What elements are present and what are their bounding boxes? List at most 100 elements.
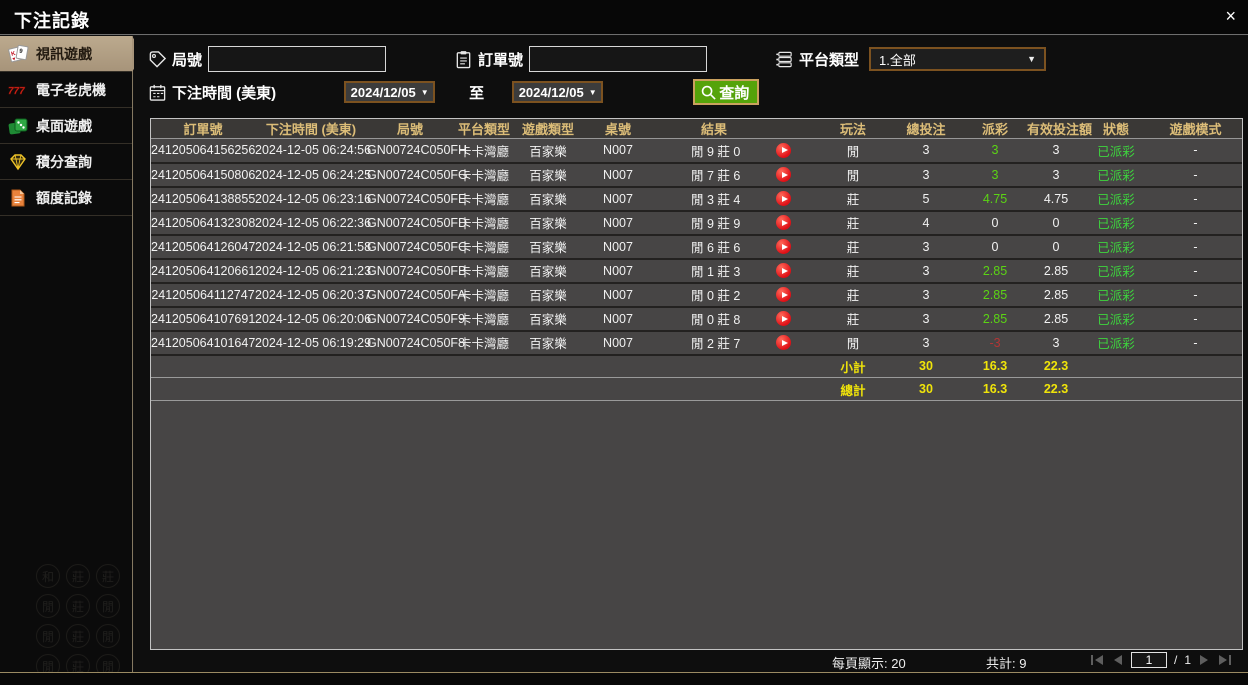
status-cell: 已派彩 bbox=[1085, 163, 1147, 187]
filter-row-1: 局號 訂單號 平台類型 1.全部 ▼ bbox=[134, 45, 1248, 73]
platform-cell: 卡卡灣廳 bbox=[453, 283, 515, 307]
sidebar-item-slots[interactable]: 777 電子老虎機 bbox=[0, 72, 132, 108]
round-number-input[interactable] bbox=[208, 46, 386, 72]
diamond-icon bbox=[7, 151, 29, 173]
backdrop-badge: 莊 bbox=[66, 594, 90, 618]
dropdown-arrow-icon: ▼ bbox=[421, 88, 429, 97]
table-number-cell: N007 bbox=[581, 259, 655, 283]
replay-button[interactable] bbox=[776, 335, 791, 350]
payout-cell: 0 bbox=[963, 211, 1027, 235]
table-row: 2412050641127472024-12-05 06:20:37GN0072… bbox=[151, 283, 1243, 307]
game-type-cell: 百家樂 bbox=[515, 187, 581, 211]
game-mode-cell: - bbox=[1147, 211, 1243, 235]
play-type-cell: 閒 bbox=[817, 139, 889, 163]
replay-button[interactable] bbox=[776, 311, 791, 326]
summary-valid-bet: 22.3 bbox=[1027, 378, 1085, 401]
total-bet-cell: 3 bbox=[889, 307, 963, 331]
order-number-input[interactable] bbox=[529, 46, 707, 72]
sidebar-item-credit-records[interactable]: 額度記錄 bbox=[0, 180, 132, 216]
valid-bet-cell: 3 bbox=[1027, 139, 1085, 163]
replay-button[interactable] bbox=[776, 287, 791, 302]
status-cell: 已派彩 bbox=[1085, 187, 1147, 211]
records-table: 訂單號下注時間 (美東)局號平台類型遊戲類型桌號結果玩法總投注派彩有效投注額狀態… bbox=[150, 118, 1243, 650]
empty-cell bbox=[151, 355, 255, 378]
status-cell: 已派彩 bbox=[1085, 307, 1147, 331]
summary-label: 總計 bbox=[817, 378, 889, 401]
bet-time-cell: 2024-12-05 06:24:25 bbox=[255, 163, 367, 187]
backdrop-badge: 莊 bbox=[66, 564, 90, 588]
replay-button[interactable] bbox=[776, 263, 791, 278]
valid-bet-cell: 0 bbox=[1027, 235, 1085, 259]
payout-cell: -3 bbox=[963, 331, 1027, 355]
replay-button[interactable] bbox=[776, 239, 791, 254]
dropdown-arrow-icon: ▼ bbox=[589, 88, 597, 97]
status-cell: 已派彩 bbox=[1085, 211, 1147, 235]
platform-type-select[interactable]: 1.全部 ▼ bbox=[869, 47, 1046, 71]
status-cell: 已派彩 bbox=[1085, 283, 1147, 307]
total-bet-cell: 3 bbox=[889, 235, 963, 259]
total-pages-label: 1 bbox=[1184, 653, 1191, 667]
backdrop-badge: 閒 bbox=[36, 624, 60, 648]
column-header: 平台類型 bbox=[453, 119, 515, 139]
status-cell: 已派彩 bbox=[1085, 331, 1147, 355]
payout-cell: 2.85 bbox=[963, 259, 1027, 283]
date-to-picker[interactable]: 2024/12/05 ▼ bbox=[512, 81, 603, 103]
bet-time-cell: 2024-12-05 06:23:16 bbox=[255, 187, 367, 211]
replay-button[interactable] bbox=[776, 143, 791, 158]
payout-cell: 2.85 bbox=[963, 307, 1027, 331]
platform-cell: 卡卡灣廳 bbox=[453, 235, 515, 259]
search-button[interactable]: 查詢 bbox=[693, 79, 759, 105]
date-from-value: 2024/12/05 bbox=[351, 85, 416, 100]
playing-cards-icon: K♥ 9 bbox=[7, 43, 29, 65]
sidebar: K♥ 9 視訊遊戲 777 電子老虎機 桌面遊戲 bbox=[0, 36, 133, 672]
prev-page-icon[interactable] bbox=[1112, 654, 1124, 666]
bet-time-cell: 2024-12-05 06:20:06 bbox=[255, 307, 367, 331]
status-cell: 已派彩 bbox=[1085, 235, 1147, 259]
close-icon[interactable]: × bbox=[1225, 6, 1236, 26]
platform-type-value: 1.全部 bbox=[879, 50, 916, 69]
table-number-cell: N007 bbox=[581, 187, 655, 211]
result-text: 閒 9 莊 9 bbox=[691, 213, 740, 232]
status-cell: 已派彩 bbox=[1085, 139, 1147, 163]
backdrop-badge: 閒 bbox=[36, 594, 60, 618]
empty-cell bbox=[515, 378, 581, 401]
column-header: 下注時間 (美東) bbox=[255, 119, 367, 139]
next-page-icon[interactable] bbox=[1198, 654, 1210, 666]
order-number-label: 訂單號 bbox=[478, 49, 523, 70]
last-page-icon[interactable] bbox=[1217, 654, 1232, 666]
sidebar-item-video-games[interactable]: K♥ 9 視訊遊戲 bbox=[0, 36, 132, 72]
round-number-cell: GN00724C050FG bbox=[367, 163, 453, 187]
payout-cell: 4.75 bbox=[963, 187, 1027, 211]
summary-total-bet: 30 bbox=[889, 378, 963, 401]
order-number-cell: 241205064132308 bbox=[151, 211, 255, 235]
game-type-cell: 百家樂 bbox=[515, 139, 581, 163]
replay-button[interactable] bbox=[776, 215, 791, 230]
sidebar-item-points[interactable]: 積分查詢 bbox=[0, 144, 132, 180]
replay-button[interactable] bbox=[776, 167, 791, 182]
bet-time-cell: 2024-12-05 06:21:58 bbox=[255, 235, 367, 259]
summary-valid-bet: 22.3 bbox=[1027, 355, 1085, 378]
order-number-cell: 241205064156256 bbox=[151, 139, 255, 163]
bet-time-label: 下注時間 (美東) bbox=[172, 82, 276, 103]
document-icon bbox=[7, 187, 29, 209]
platform-cell: 卡卡灣廳 bbox=[453, 187, 515, 211]
total-bet-cell: 5 bbox=[889, 187, 963, 211]
sidebar-item-table-games[interactable]: 桌面遊戲 bbox=[0, 108, 132, 144]
table-row: 2412050641388552024-12-05 06:23:16GN0072… bbox=[151, 187, 1243, 211]
valid-bet-cell: 4.75 bbox=[1027, 187, 1085, 211]
page-size-label: 每頁顯示: 20 bbox=[832, 653, 906, 672]
game-type-cell: 百家樂 bbox=[515, 331, 581, 355]
total-bet-cell: 3 bbox=[889, 139, 963, 163]
total-bet-cell: 3 bbox=[889, 283, 963, 307]
game-type-cell: 百家樂 bbox=[515, 307, 581, 331]
round-number-cell: GN00724C050FA bbox=[367, 283, 453, 307]
result-cell: 閒 0 莊 8 bbox=[655, 307, 817, 331]
bet-time-cell: 2024-12-05 06:19:29 bbox=[255, 331, 367, 355]
replay-button[interactable] bbox=[776, 191, 791, 206]
date-from-picker[interactable]: 2024/12/05 ▼ bbox=[344, 81, 435, 103]
first-page-icon[interactable] bbox=[1090, 654, 1105, 666]
page-number-input[interactable]: 1 bbox=[1131, 652, 1167, 668]
column-header: 總投注 bbox=[889, 119, 963, 139]
platform-cell: 卡卡灣廳 bbox=[453, 307, 515, 331]
filter-row-2: 下注時間 (美東) 2024/12/05 ▼ 至 2024/12/05 ▼ 查詢 bbox=[134, 78, 1248, 106]
